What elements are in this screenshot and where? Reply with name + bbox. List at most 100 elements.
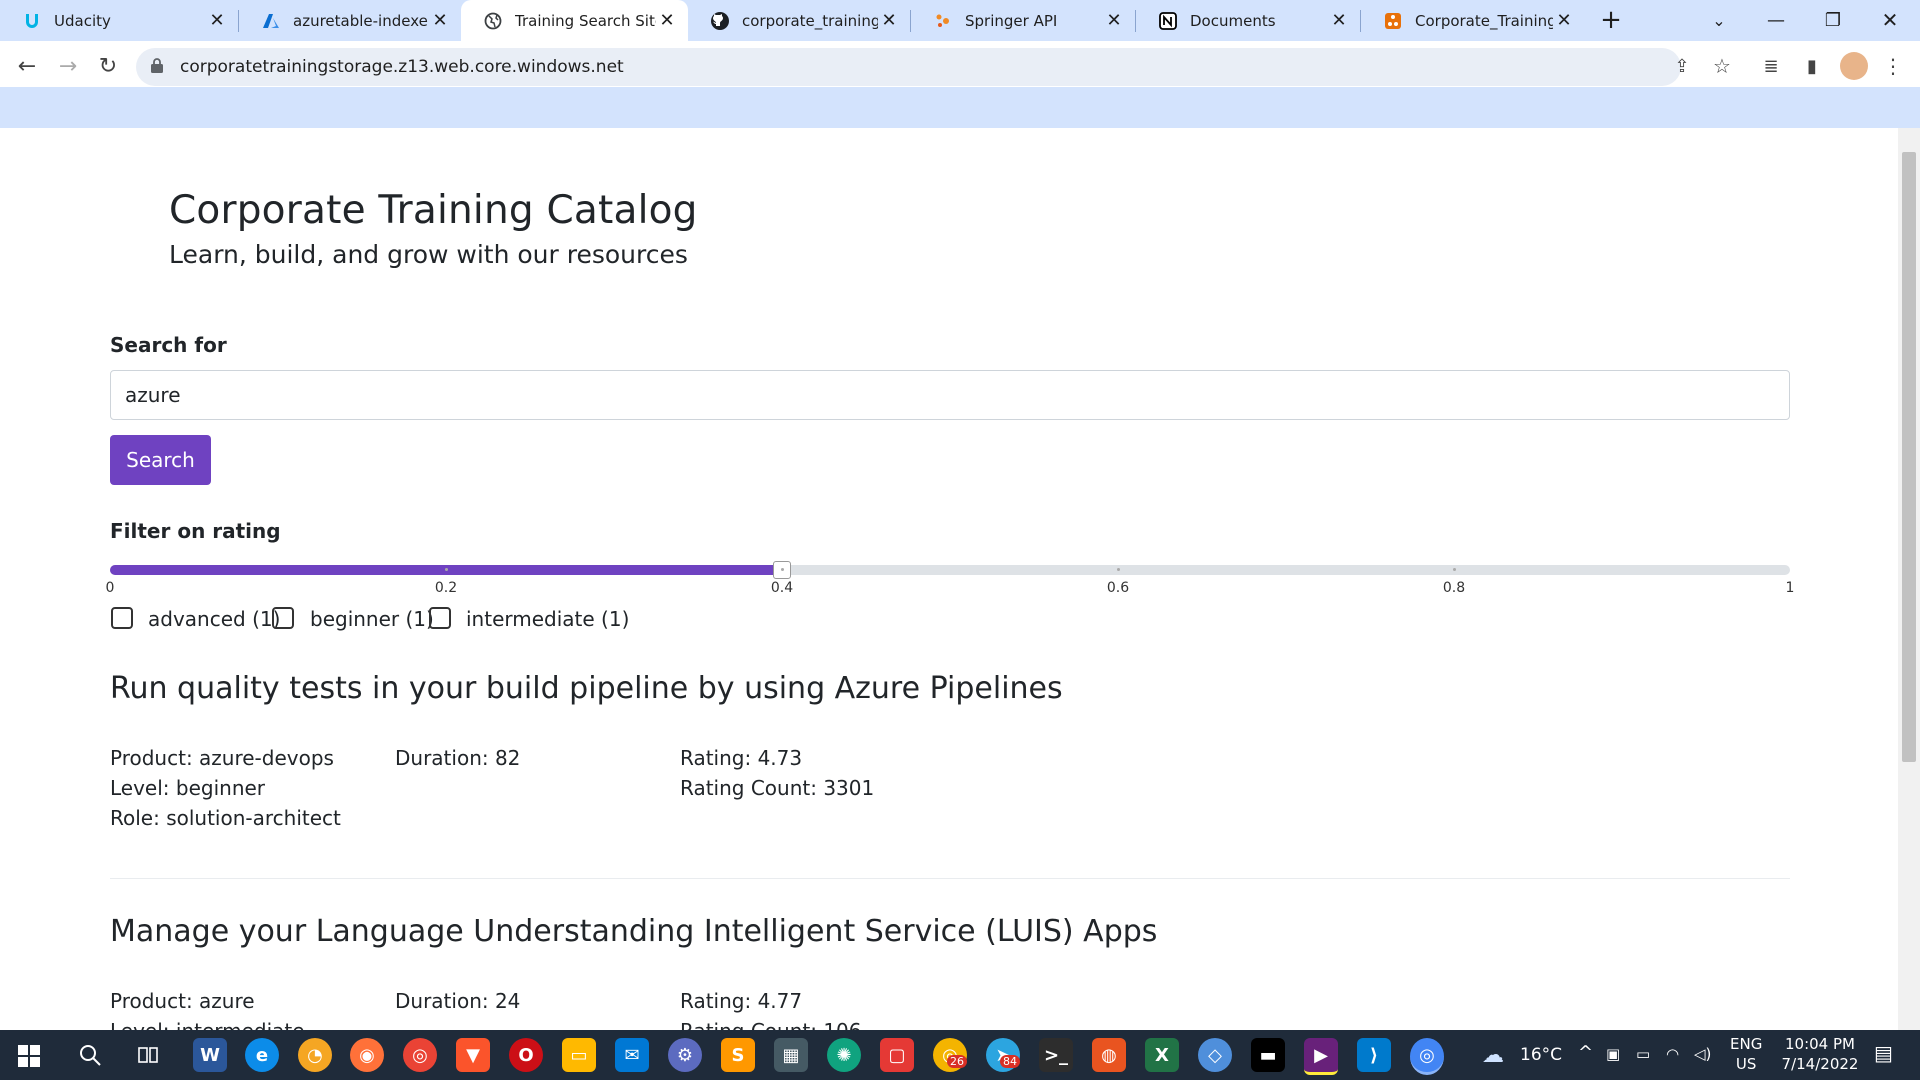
result-level: Level: intermediate [110,1019,305,1030]
search-input[interactable]: azure [110,370,1790,420]
facet-beginner-checkbox[interactable] [272,607,294,629]
tab-label: Springer API [965,11,1058,30]
result-duration: Duration: 24 [395,989,521,1013]
file-explorer-icon[interactable]: ▭ [562,1038,596,1072]
task-view-icon[interactable] [136,1043,160,1071]
opera-icon[interactable]: O [509,1038,543,1072]
language-indicator[interactable]: ENG US [1730,1034,1762,1074]
clock[interactable]: 10:04 PM 7/14/2022 [1772,1034,1868,1074]
tab-github[interactable]: corporate_training_ca ✕ [688,0,910,41]
chatgpt-icon[interactable]: ✺ [827,1038,861,1072]
excel-icon[interactable]: X [1145,1038,1179,1072]
filter-label: Filter on rating [110,519,281,543]
sublime-text-icon[interactable]: S [721,1038,755,1072]
close-icon[interactable]: ✕ [878,10,900,32]
ubuntu-icon[interactable]: ◍ [1092,1038,1126,1072]
network-tool-icon[interactable]: ◇ [1198,1038,1232,1072]
calculator-icon[interactable]: ▦ [774,1038,808,1072]
close-icon[interactable]: ✕ [656,10,678,32]
share-icon[interactable]: ⇪ [1668,52,1696,80]
tab-azuretable-indexer[interactable]: azuretable-indexer - M ✕ [239,0,461,41]
side-panel-icon[interactable]: ▮ [1798,52,1826,80]
tab-search-icon[interactable]: ⌄ [1705,6,1733,34]
result-rating: Rating: 4.77 [680,989,803,1013]
page-title: Corporate Training Catalog [169,188,698,233]
firefox-icon[interactable]: ◉ [350,1038,384,1072]
bookmark-bar [0,87,1920,128]
close-icon[interactable]: ✕ [1103,10,1125,32]
edge-icon[interactable]: e [245,1038,279,1072]
bookmark-star-icon[interactable]: ☆ [1708,52,1736,80]
weather-temp[interactable]: 16°C [1520,1045,1562,1065]
weather-icon: ☁ [1482,1043,1504,1068]
visual-studio-icon[interactable]: ▶ [1304,1038,1338,1075]
more-menu-icon[interactable]: ⋮ [1879,52,1907,80]
result-divider [110,878,1790,879]
search-button[interactable]: Search [110,435,211,485]
brave-icon[interactable]: ▼ [456,1038,490,1072]
back-icon[interactable]: ← [13,52,41,80]
result-title[interactable]: Manage your Language Understanding Intel… [110,914,1157,949]
result-title[interactable]: Run quality tests in your build pipeline… [110,671,1063,706]
volume-icon[interactable]: ◁) [1694,1044,1711,1064]
slider-tick-mark [1452,568,1456,571]
address-bar[interactable]: corporatetrainingstorage.z13.web.core.wi… [136,48,1681,86]
close-icon[interactable]: ✕ [1553,10,1575,32]
slider-tick-label: 0.4 [770,580,794,596]
window-close-icon[interactable]: ✕ [1876,6,1904,34]
slider-tick-label: 0.8 [1442,580,1466,596]
chrome-icon[interactable]: ◎ [403,1038,437,1072]
command-prompt-icon[interactable]: ▬ [1251,1038,1285,1072]
chrome-active-icon[interactable]: ◎ [1410,1038,1444,1075]
tab-training-search-site[interactable]: Training Search Site ✕ [461,0,688,41]
notifications-icon[interactable]: ▤ [1874,1043,1893,1063]
result-rating: Rating: 4.73 [680,746,803,770]
facet-intermediate-label: intermediate (1) [466,607,630,631]
facet-advanced-label: advanced (1) [148,607,281,631]
scrollbar-thumb[interactable] [1902,152,1916,762]
word-icon[interactable]: W [193,1038,227,1072]
slider-tick-mark [444,568,448,571]
globe-icon [483,11,503,31]
forward-icon[interactable]: → [54,52,82,80]
telegram-badge: 84 [1000,1055,1020,1068]
windows-start-icon[interactable] [18,1045,40,1071]
vscode-icon[interactable]: ⟩ [1357,1038,1391,1072]
reading-list-icon[interactable]: ≣ [1757,52,1785,80]
tab-springer-api[interactable]: Springer API ✕ [911,0,1135,41]
facet-advanced-checkbox[interactable] [111,607,133,629]
tab-documents[interactable]: Documents ✕ [1136,0,1360,41]
wifi-icon[interactable]: ◠ [1666,1044,1679,1064]
tab-label: Training Search Site [515,11,656,30]
close-icon[interactable]: ✕ [429,10,451,32]
minimize-icon[interactable]: — [1762,6,1790,34]
tab-udacity[interactable]: Udacity ✕ [0,0,238,41]
url-text: corporatetrainingstorage.z13.web.core.wi… [180,57,624,77]
facet-beginner-label: beginner (1) [310,607,434,631]
tab-corporate-training-git[interactable]: Corporate_Training_C ✕ [1361,0,1585,41]
slides-icon[interactable]: ▢ [880,1038,914,1072]
norton-icon[interactable]: ◔ [298,1038,332,1072]
meet-now-icon[interactable]: ▣ [1606,1044,1620,1064]
battery-icon[interactable]: ▭ [1636,1044,1650,1064]
result-product: Product: azure-devops [110,746,334,770]
reload-icon[interactable]: ↻ [94,52,122,80]
tab-label: Corporate_Training_C [1415,11,1553,30]
new-tab-icon[interactable]: + [1597,5,1625,35]
result-level-clip: Level: intermediate [110,1019,305,1030]
tray-expand-icon[interactable]: ^ [1578,1043,1593,1063]
result-rating-count: Rating Count: 106 [680,1019,862,1030]
git-icon [1383,11,1403,31]
slider-tick-label: 0.6 [1106,580,1130,596]
facet-intermediate-checkbox[interactable] [429,607,451,629]
lock-icon [150,57,168,77]
profile-avatar[interactable] [1840,52,1868,80]
restore-icon[interactable]: ❐ [1819,6,1847,34]
close-icon[interactable]: ✕ [206,10,228,32]
steam-icon[interactable]: ⚙ [668,1038,702,1072]
terminal-icon[interactable]: >_ [1039,1038,1073,1072]
mail-icon[interactable]: ✉ [615,1038,649,1072]
close-icon[interactable]: ✕ [1328,10,1350,32]
search-icon[interactable] [78,1043,102,1071]
slider-tick-label: 0.2 [434,580,458,596]
